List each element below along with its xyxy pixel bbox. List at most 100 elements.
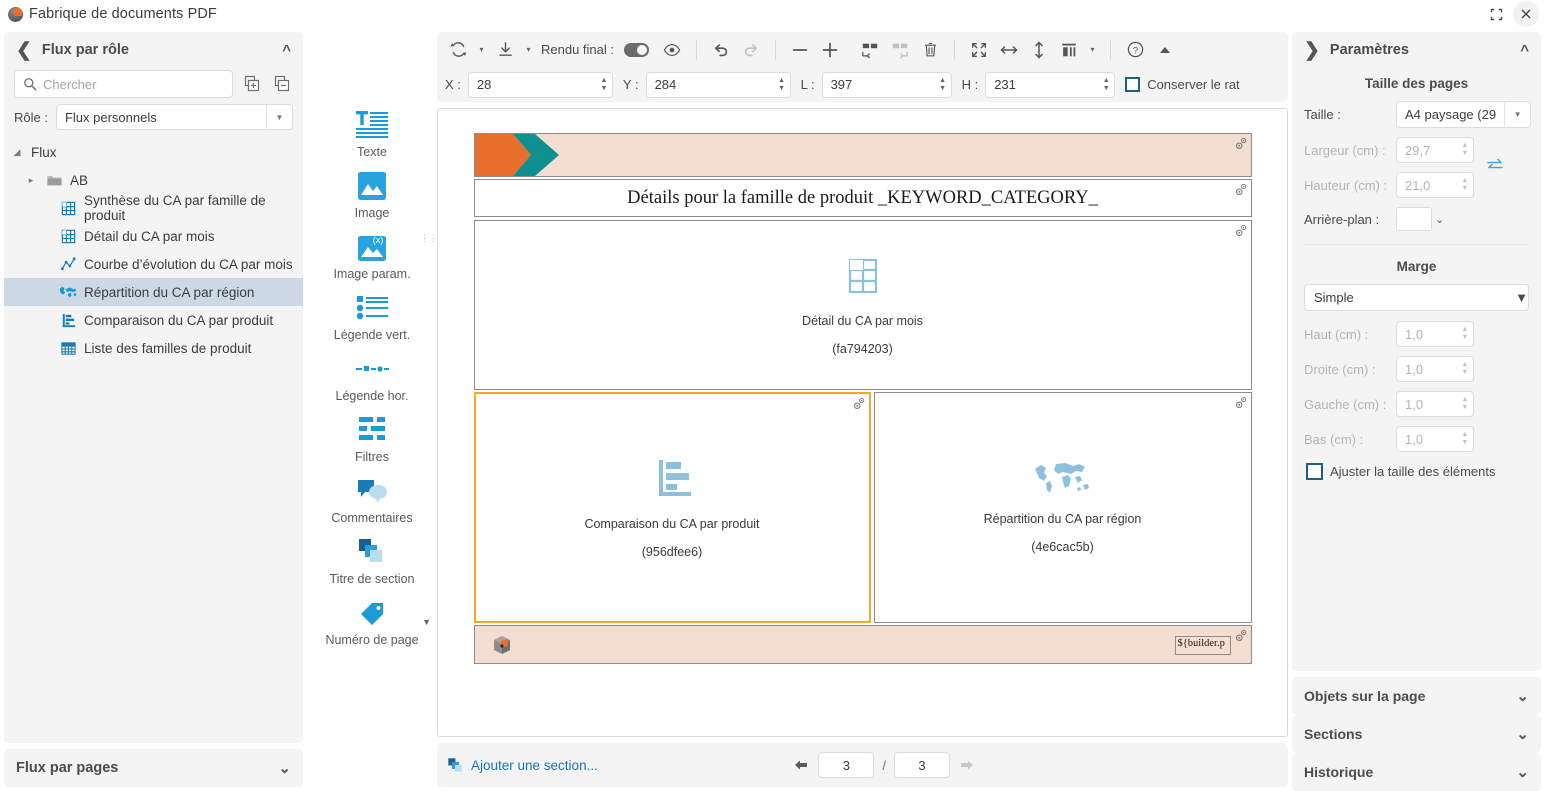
palette-item-image[interactable]: Image bbox=[317, 169, 427, 220]
tree-item[interactable]: Répartition du CA par région bbox=[4, 278, 303, 306]
header-banner-block[interactable] bbox=[473, 133, 1252, 177]
tree-item[interactable]: ▸ AB bbox=[4, 166, 303, 194]
palette-item-image-param[interactable]: (x) Image param. bbox=[317, 230, 427, 281]
gears-icon[interactable] bbox=[1234, 629, 1248, 643]
add-section-button[interactable]: Ajouter une section... bbox=[447, 757, 598, 773]
zoom-in-icon[interactable] bbox=[817, 37, 843, 63]
eye-icon[interactable] bbox=[659, 37, 685, 63]
help-icon[interactable]: ? bbox=[1122, 37, 1148, 63]
twisty-open-icon[interactable]: ◢ bbox=[10, 147, 24, 158]
tree-item[interactable]: Courbe d’évolution du CA par mois bbox=[4, 250, 303, 278]
current-page-input[interactable]: 3 bbox=[818, 752, 875, 778]
h-spinner[interactable]: ▲▼ bbox=[985, 71, 1116, 98]
layout-caret-icon[interactable]: ▾ bbox=[1086, 45, 1099, 54]
flux-par-pages-panel[interactable]: Flux par pages ⌄ bbox=[4, 749, 303, 787]
insert-row-icon[interactable] bbox=[857, 37, 883, 63]
x-down-icon[interactable]: ▼ bbox=[600, 85, 607, 92]
tree-item[interactable]: ◢ Flux bbox=[4, 138, 303, 166]
margin-preset-select[interactable]: Simple ▼ bbox=[1304, 284, 1529, 311]
accordion-historique[interactable]: Historique ⌄ bbox=[1292, 753, 1541, 791]
y-input[interactable] bbox=[645, 71, 774, 98]
y-spinner[interactable]: ▲▼ bbox=[645, 71, 791, 98]
prev-page-button[interactable] bbox=[790, 754, 812, 776]
toolbar-collapse-icon[interactable] bbox=[1152, 37, 1178, 63]
gears-icon[interactable] bbox=[1234, 396, 1248, 410]
palette-item-l-gende-hor[interactable]: Légende hor. bbox=[317, 352, 427, 403]
role-select[interactable]: Flux personnels ▼ bbox=[55, 104, 293, 130]
widget-comparaison-du-ca-par-produit[interactable]: Comparaison du CA par produit (956dfee6) bbox=[473, 392, 871, 623]
palette-splitter[interactable]: ⋮⋮⋮ bbox=[420, 178, 447, 298]
tree-item[interactable]: Comparaison du CA par produit bbox=[4, 306, 303, 334]
chevron-down-icon[interactable]: ⌄ bbox=[1516, 687, 1529, 705]
chevron-right-icon[interactable]: ❯ bbox=[1304, 41, 1320, 60]
gears-icon[interactable] bbox=[1234, 183, 1248, 197]
x-up-icon[interactable]: ▲ bbox=[600, 77, 607, 84]
swap-icon[interactable] bbox=[1486, 158, 1504, 175]
expand-all-button[interactable] bbox=[241, 73, 263, 95]
zoom-out-icon[interactable] bbox=[787, 37, 813, 63]
refresh-caret-icon[interactable]: ▾ bbox=[475, 45, 488, 54]
title-block[interactable]: Détails pour la famille de produit _KEYW… bbox=[473, 179, 1252, 217]
chevron-down-icon[interactable]: ⌄ bbox=[1435, 213, 1444, 226]
palette-more-icon[interactable]: ▼ bbox=[422, 617, 431, 627]
chevron-left-icon[interactable]: ❮ bbox=[16, 41, 32, 60]
chevron-up-icon[interactable]: ^ bbox=[282, 42, 291, 59]
page-number-token[interactable]: ${builder.p bbox=[1174, 636, 1231, 655]
chevron-down-icon[interactable]: ⌄ bbox=[1516, 763, 1529, 781]
restore-button[interactable] bbox=[1483, 1, 1509, 27]
h-up-icon[interactable]: ▲ bbox=[1103, 77, 1110, 84]
footer-banner-block[interactable]: ${builder.p bbox=[473, 625, 1252, 664]
download-caret-icon[interactable]: ▾ bbox=[522, 45, 535, 54]
h-down-icon[interactable]: ▼ bbox=[1103, 85, 1110, 92]
fit-page-icon[interactable] bbox=[966, 37, 992, 63]
l-up-icon[interactable]: ▲ bbox=[939, 77, 946, 84]
keep-ratio-checkbox[interactable] bbox=[1125, 77, 1141, 92]
background-color-select[interactable] bbox=[1396, 207, 1432, 231]
palette-item-l-gende-vert[interactable]: Légende vert. bbox=[317, 291, 427, 342]
palette-item-num-ro-de-page[interactable]: Numéro de page bbox=[317, 596, 427, 647]
collapse-all-button[interactable] bbox=[271, 73, 293, 95]
gears-icon[interactable] bbox=[1234, 224, 1248, 238]
h-input[interactable] bbox=[985, 71, 1099, 98]
layout-icon[interactable] bbox=[1056, 37, 1082, 63]
l-down-icon[interactable]: ▼ bbox=[939, 85, 946, 92]
gears-icon[interactable] bbox=[852, 397, 866, 411]
y-up-icon[interactable]: ▲ bbox=[778, 77, 785, 84]
palette-item-commentaires[interactable]: Commentaires bbox=[317, 474, 427, 525]
accordion-objets-sur-la-page[interactable]: Objets sur la page ⌄ bbox=[1292, 677, 1541, 715]
y-down-icon[interactable]: ▼ bbox=[778, 85, 785, 92]
download-icon[interactable] bbox=[492, 37, 518, 63]
chevron-down-icon[interactable]: ⌄ bbox=[278, 759, 291, 777]
close-button[interactable] bbox=[1513, 1, 1539, 27]
tree-item[interactable]: Détail du CA par mois bbox=[4, 222, 303, 250]
refresh-icon[interactable] bbox=[445, 37, 471, 63]
tree-item[interactable]: Synthèse du CA par famille de produit bbox=[4, 193, 303, 223]
search-input[interactable]: Chercher bbox=[14, 70, 233, 98]
next-page-button[interactable] bbox=[956, 754, 978, 776]
trash-icon[interactable] bbox=[917, 37, 943, 63]
widget-detail-ca-par-mois[interactable]: Détail du CA par mois (fa794203) bbox=[473, 220, 1252, 390]
l-spinner[interactable]: ▲▼ bbox=[821, 71, 952, 98]
render-final-toggle[interactable] bbox=[624, 42, 649, 57]
undo-icon[interactable] bbox=[708, 37, 734, 63]
palette-item-titre-de-section[interactable]: Titre de section bbox=[317, 535, 427, 586]
accordion-sections[interactable]: Sections ⌄ bbox=[1292, 715, 1541, 753]
total-pages-input[interactable]: 3 bbox=[894, 752, 950, 778]
x-input[interactable] bbox=[467, 71, 596, 98]
widget-repartition-du-ca-par-region[interactable]: Répartition du CA par région (4e6cac5b) bbox=[873, 392, 1252, 623]
fit-elements-checkbox[interactable] bbox=[1306, 463, 1323, 480]
tree-item[interactable]: Liste des familles de produit bbox=[4, 334, 303, 362]
fit-width-icon[interactable] bbox=[996, 37, 1022, 63]
palette-item-filtres[interactable]: Filtres bbox=[317, 413, 427, 464]
page-canvas[interactable]: Détails pour la famille de produit _KEYW… bbox=[473, 133, 1252, 678]
l-input[interactable] bbox=[821, 71, 935, 98]
canvas-viewport[interactable]: Détails pour la famille de produit _KEYW… bbox=[437, 108, 1288, 737]
chevron-down-icon[interactable]: ⌄ bbox=[1516, 725, 1529, 743]
twisty-closed-icon[interactable]: ▸ bbox=[24, 175, 38, 186]
gears-icon[interactable] bbox=[1234, 137, 1248, 151]
page-size-select[interactable]: A4 paysage (29 ▼ bbox=[1396, 101, 1532, 128]
palette-item-texte[interactable]: Texte bbox=[317, 108, 427, 159]
chevron-up-icon[interactable]: ^ bbox=[1520, 42, 1529, 59]
fit-height-icon[interactable] bbox=[1026, 37, 1052, 63]
x-spinner[interactable]: ▲▼ bbox=[467, 71, 613, 98]
